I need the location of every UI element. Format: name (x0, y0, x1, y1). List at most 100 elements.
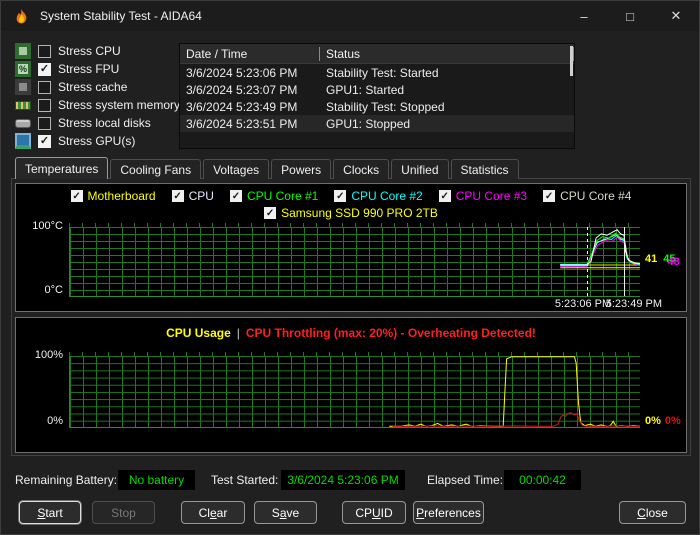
test-started-value: 3/6/2024 5:23:06 PM (281, 470, 405, 490)
clear-label-post: ar (217, 506, 228, 520)
checkbox-motherboard[interactable]: ✓ (71, 190, 83, 202)
window-controls: – □ ✕ (561, 1, 699, 31)
legend-item-cpu: ✓ CPU (172, 189, 214, 203)
event-log-table: Date / TimeStatus 3/6/2024 5:23:06 PMSta… (179, 43, 575, 149)
checkbox-stress-gpu-s[interactable]: ✓ (38, 135, 51, 148)
temperature-plot (69, 227, 640, 297)
elapsed-time-value: 00:00:42 (504, 470, 581, 490)
checkbox-cpu-core-3[interactable]: ✓ (439, 190, 451, 202)
legend-item-cpu-core-1: ✓ CPU Core #1 (230, 189, 318, 203)
tab-voltages[interactable]: Voltages (203, 159, 269, 179)
cpu-throttle-current-value: 0% (665, 415, 681, 427)
preferences-button[interactable]: Preferences (413, 501, 484, 524)
event-log-body: 3/6/2024 5:23:06 PMStability Test: Start… (180, 64, 574, 132)
test-start-marker-line (587, 227, 588, 296)
table-row[interactable]: 3/6/2024 5:23:51 PMGPU1: Stopped (180, 115, 574, 132)
tab-statistics[interactable]: Statistics (451, 159, 519, 179)
preferences-accesskey: P (416, 506, 424, 520)
checkbox-stress-cache[interactable] (38, 81, 51, 94)
log-cell-status: GPU1: Started (320, 83, 404, 97)
cpuid-button[interactable]: CPUID (342, 501, 406, 524)
tab-unified[interactable]: Unified (391, 159, 448, 179)
stop-label-pre: Stop (111, 506, 136, 520)
checkbox-cpu[interactable]: ✓ (172, 190, 184, 202)
legend-label: CPU Core #4 (560, 189, 631, 203)
log-cell-datetime: 3/6/2024 5:23:06 PM (180, 66, 320, 80)
save-label-pre: S (272, 506, 280, 520)
table-row[interactable]: 3/6/2024 5:23:06 PMStability Test: Start… (180, 64, 574, 81)
test-stop-marker-line (624, 227, 625, 296)
checkbox-stress-fpu[interactable]: ✓ (38, 63, 51, 76)
start-label-post: tart (45, 506, 62, 520)
log-cell-datetime: 3/6/2024 5:23:07 PM (180, 83, 320, 97)
legend-item-cpu-core-3: ✓ CPU Core #3 (439, 189, 527, 203)
checkbox-cpu-core-1[interactable]: ✓ (230, 190, 242, 202)
cpu-icon (15, 43, 31, 59)
stress-option-stress-cache[interactable]: Stress cache (15, 78, 180, 96)
stress-option-stress-local-disks[interactable]: Stress local disks (15, 114, 180, 132)
save-button[interactable]: Save (254, 501, 317, 524)
stress-option-stress-fpu[interactable]: % ✓ Stress FPU (15, 60, 180, 78)
time-end-label: 5:23:49 PM (606, 298, 662, 310)
tab-bar: TemperaturesCooling FansVoltagesPowersCl… (15, 159, 519, 179)
stress-option-stress-gpu-s[interactable]: ✓Stress GPU(s) (15, 132, 180, 150)
table-row[interactable]: 3/6/2024 5:23:07 PMGPU1: Started (180, 81, 574, 98)
tab-clocks[interactable]: Clocks (333, 159, 389, 179)
throttling-warning-label: CPU Throttling (max: 20%) - Overheating … (246, 326, 536, 340)
tab-powers[interactable]: Powers (271, 159, 331, 179)
checkbox-samsung-ssd-990-pro-2tb[interactable]: ✓ (264, 207, 276, 219)
legend-label: Samsung SSD 990 PRO 2TB (281, 206, 438, 220)
save-label-post: ve (287, 506, 300, 520)
temperature-series-svg (70, 227, 640, 296)
gpu-icon (15, 133, 31, 149)
tab-cooling-fans[interactable]: Cooling Fans (110, 159, 201, 179)
current-temperature-values: 414548 (645, 253, 680, 265)
stress-option-stress-system-memory[interactable]: Stress system memory (15, 96, 180, 114)
legend-label: CPU Core #3 (456, 189, 527, 203)
flame-icon (13, 8, 30, 25)
log-cell-datetime: 3/6/2024 5:23:49 PM (180, 100, 320, 114)
current-usage-values: 0% 0% (645, 415, 681, 427)
time-start-label: 5:23:06 PM (552, 298, 614, 310)
stress-option-label: Stress FPU (58, 62, 119, 76)
test-started-label: Test Started: (211, 473, 278, 487)
log-cell-datetime: 3/6/2024 5:23:51 PM (180, 117, 320, 131)
minimize-button[interactable]: – (561, 1, 607, 31)
clear-button[interactable]: Clear (181, 501, 245, 524)
legend-label: CPU Core #1 (247, 189, 318, 203)
maximize-button[interactable]: □ (607, 1, 653, 31)
legend-label: Motherboard (88, 189, 156, 203)
checkbox-stress-cpu[interactable] (38, 45, 51, 58)
fpu-icon: % (15, 61, 31, 77)
start-button[interactable]: Start (19, 501, 81, 524)
cpu-usage-label: CPU Usage (166, 326, 231, 340)
tab-temperatures[interactable]: Temperatures (15, 157, 108, 179)
checkbox-cpu-core-4[interactable]: ✓ (543, 190, 555, 202)
legend-item-samsung-ssd-990-pro-2tb: ✓ Samsung SSD 990 PRO 2TB (264, 206, 438, 220)
close-label-post: lose (646, 506, 668, 520)
checkbox-stress-local-disks[interactable] (38, 117, 51, 130)
close-window-button[interactable]: ✕ (653, 1, 699, 31)
series-cpu-usage (389, 357, 640, 427)
stress-option-stress-cpu[interactable]: Stress CPU (15, 42, 180, 60)
log-column-header-status: Status (320, 47, 574, 61)
checkbox-stress-system-memory[interactable] (38, 99, 51, 112)
memory-icon (15, 101, 31, 110)
title-bar: System Stability Test - AIDA64 – □ ✕ (1, 1, 699, 31)
remaining-battery-value: No battery (118, 470, 195, 490)
close-accesskey: C (637, 506, 646, 520)
stop-button[interactable]: Stop (92, 501, 155, 524)
clear-label-pre: Cl (199, 506, 210, 520)
table-row[interactable]: 3/6/2024 5:23:49 PMStability Test: Stopp… (180, 98, 574, 115)
checkbox-cpu-core-2[interactable]: ✓ (334, 190, 346, 202)
legend-label: CPU (189, 189, 214, 203)
app-window: System Stability Test - AIDA64 – □ ✕ Str… (0, 0, 700, 535)
legend-item-cpu-core-2: ✓CPU Core #2 (334, 189, 422, 203)
series-cpu-throttling (393, 413, 640, 426)
series-cpu-core-1 (560, 233, 640, 265)
log-column-header-date-time: Date / Time (180, 47, 320, 61)
close-button[interactable]: Close (619, 501, 686, 524)
log-scrollbar-thumb[interactable] (570, 46, 573, 76)
temperature-chart: ✓ Motherboard ✓ CPU ✓ CPU Core #1 ✓CPU Core #2… (15, 183, 687, 312)
elapsed-time-label: Elapsed Time: (427, 473, 503, 487)
